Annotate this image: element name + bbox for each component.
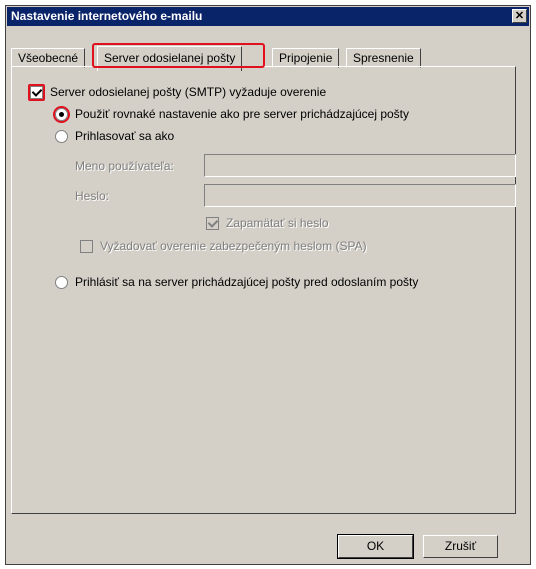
ok-label: OK — [366, 539, 385, 553]
close-button[interactable]: ✕ — [512, 9, 527, 23]
login-as-radio[interactable] — [55, 130, 68, 143]
tab-label: Pripojenie — [279, 51, 333, 65]
dialog-title: Nastavenie internetového e-mailu — [11, 9, 203, 23]
title-bar[interactable]: Nastavenie internetového e-mailu ✕ — [7, 7, 529, 26]
same-settings-label: Použiť rovnaké nastavenie ako pre server… — [75, 107, 410, 121]
ok-button[interactable]: OK — [337, 534, 414, 559]
smtp-auth-label: Server odosielanej pošty (SMTP) vyžaduje… — [50, 85, 327, 99]
remember-password-label: Zapamätať si heslo — [226, 216, 329, 230]
smtp-auth-checkbox[interactable] — [30, 86, 43, 99]
close-icon: ✕ — [514, 10, 525, 22]
tab-pripojenie[interactable]: Pripojenie — [272, 48, 340, 68]
tab-label: Všeobecné — [18, 51, 79, 65]
tab-spresnenie[interactable]: Spresnenie — [346, 48, 421, 68]
spa-label: Vyžadovať overenie zabezpečeným heslom (… — [100, 239, 367, 253]
login-as-label: Prihlasovať sa ako — [75, 129, 175, 143]
username-label: Meno používateľa: — [75, 159, 174, 173]
tab-label: Server odosielanej pošty — [104, 51, 236, 65]
remember-password-checkbox[interactable] — [206, 217, 219, 230]
tab-server-odosielanej-posty[interactable]: Server odosielanej pošty — [97, 46, 243, 71]
tab-label: Spresnenie — [353, 51, 414, 65]
cancel-button[interactable]: Zrušiť — [423, 535, 498, 558]
spa-checkbox[interactable] — [80, 240, 93, 253]
username-field[interactable] — [204, 154, 516, 177]
login-before-send-label: Prihlásiť sa na server prichádzajúcej po… — [75, 275, 419, 289]
password-label: Heslo: — [75, 189, 110, 203]
cancel-label: Zrušiť — [444, 539, 477, 553]
tab-vseobecne[interactable]: Všeobecné — [11, 48, 86, 68]
same-settings-radio[interactable] — [55, 108, 68, 121]
login-before-send-radio[interactable] — [55, 276, 68, 289]
password-field[interactable] — [204, 184, 516, 207]
